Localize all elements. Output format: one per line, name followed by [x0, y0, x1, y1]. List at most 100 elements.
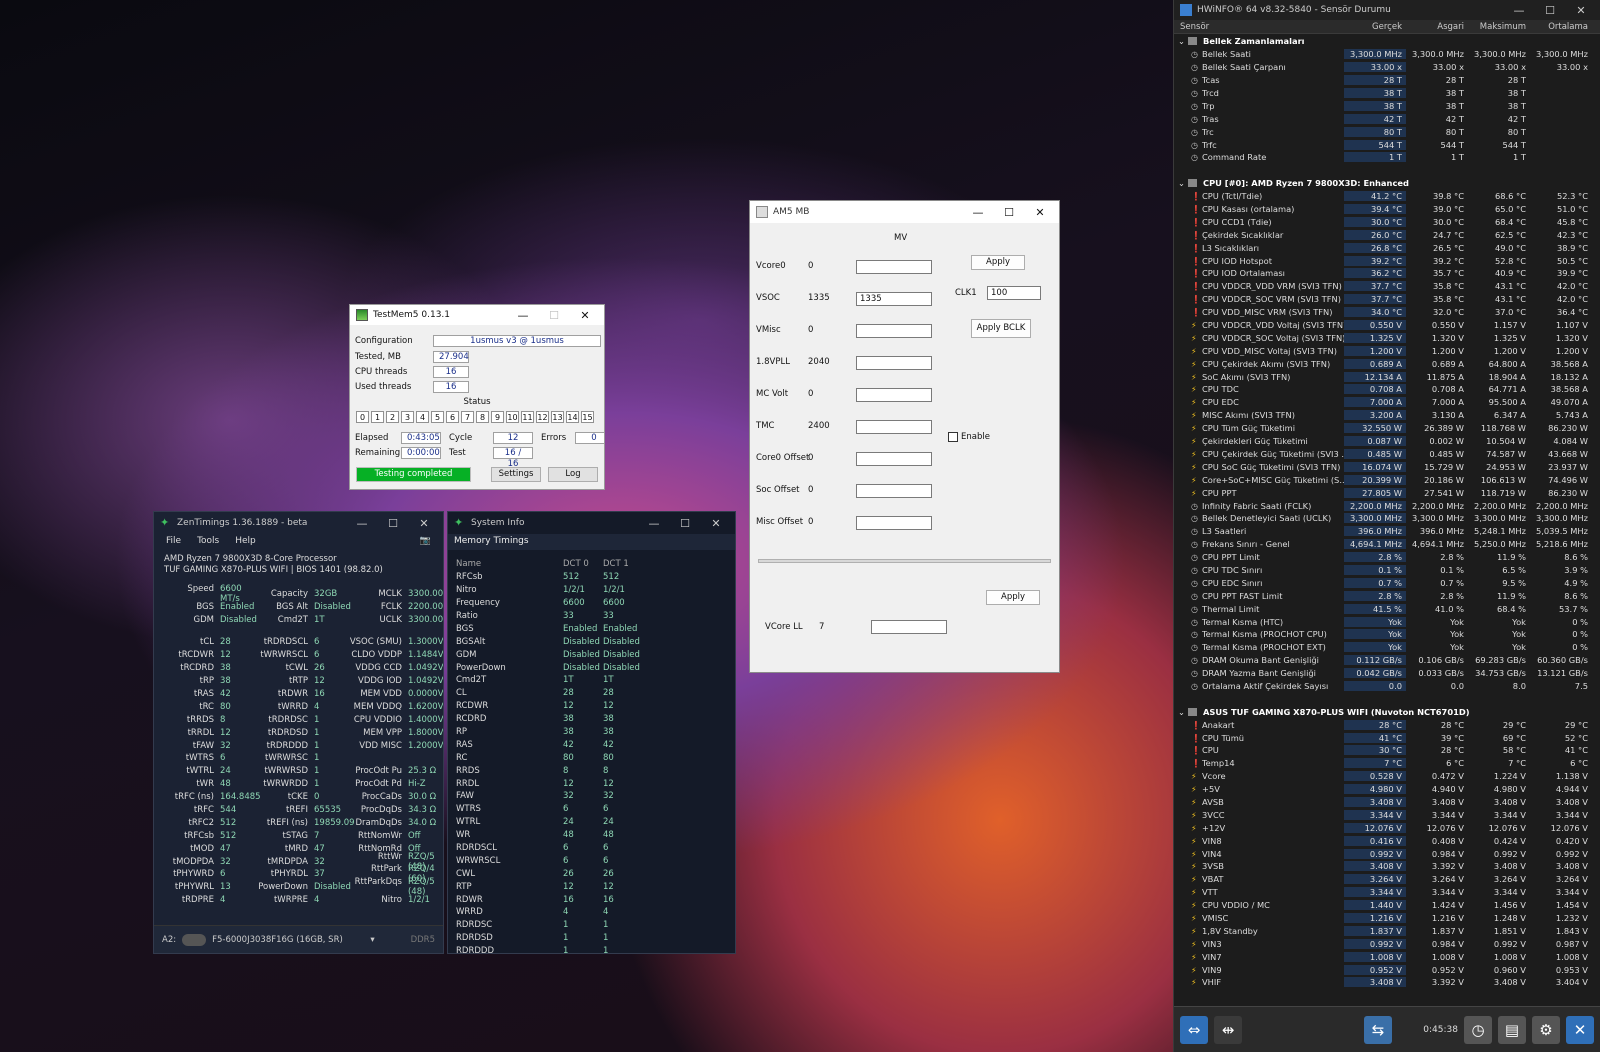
enable-checkbox[interactable]	[948, 432, 958, 442]
header-sensor[interactable]: Sensör	[1174, 22, 1344, 32]
chevron-down-icon[interactable]: ▾	[370, 935, 374, 945]
sensor-row[interactable]: ⚡ VIN3 0.992 V 0.984 V 0.992 V 0.987 V	[1174, 937, 1600, 950]
sensor-group[interactable]: ⌄ ASUS TUF GAMING X870-PLUS WIFI (Nuvoton…	[1174, 705, 1600, 718]
sensor-row[interactable]: ⚡ CPU Tüm Güç Tüketimi 32.550 W 26.389 W 118…	[1174, 422, 1600, 435]
sensor-row[interactable]: ❗ Anakart 28 °C 28 °C 29 °C 29 °C	[1174, 718, 1600, 731]
maximize-icon[interactable]: ☐	[541, 309, 567, 322]
minimize-icon[interactable]: —	[641, 517, 667, 530]
voltage-input[interactable]	[856, 356, 932, 370]
system-info-titlebar[interactable]: ✦ System Info — ☐ ✕	[448, 512, 735, 534]
sensor-row[interactable]: ⚡ VTT 3.344 V 3.344 V 3.344 V 3.344 V	[1174, 886, 1600, 899]
close-icon[interactable]: ✕	[1027, 206, 1053, 219]
sensor-row[interactable]: ⚡ 3VCC 3.344 V 3.344 V 3.344 V 3.344 V	[1174, 808, 1600, 821]
sensor-row[interactable]: ⚡ VBAT 3.264 V 3.264 V 3.264 V 3.264 V	[1174, 873, 1600, 886]
sensor-row[interactable]: ⚡ Vcore 0.528 V 0.472 V 1.224 V 1.138 V	[1174, 770, 1600, 783]
arrows-expand-icon[interactable]: ⇔	[1180, 1015, 1208, 1044]
chevron-down-icon[interactable]: ⌄	[1178, 36, 1188, 46]
configuration-field[interactable]: 1usmus v3 @ 1usmus	[433, 335, 601, 347]
apply-bclk-button[interactable]: Apply BCLK	[971, 319, 1031, 338]
sensor-row[interactable]: ❗ CPU IOD Ortalaması 36.2 °C 35.7 °C 40.9 °C…	[1174, 267, 1600, 280]
network-icon[interactable]: ⇆	[1364, 1015, 1392, 1044]
sensor-row[interactable]: ◷ CPU PPT Limit 2.8 % 2.8 % 11.9 % 8.6 %	[1174, 551, 1600, 564]
sensor-row[interactable]: ❗ CPU VDDCR_VDD VRM (SVI3 TFN) 37.7 °C 35.8…	[1174, 280, 1600, 293]
sensor-row[interactable]: ⚡ VMISC 1.216 V 1.216 V 1.248 V 1.232 V	[1174, 912, 1600, 925]
sensor-row[interactable]: ⚡ +5V 4.980 V 4.940 V 4.980 V 4.944 V	[1174, 783, 1600, 796]
sensor-row[interactable]: ❗ Çekirdek Sıcaklıklar 26.0 °C 24.7 °C 62.5…	[1174, 228, 1600, 241]
settings-button[interactable]: Settings	[491, 467, 541, 482]
testmem5-titlebar[interactable]: TestMem5 0.13.1 — ☐ ✕	[350, 305, 604, 325]
sensor-row[interactable]: ◷ Termal Kısma (HTC) Yok Yok Yok 0 %	[1174, 615, 1600, 628]
sensor-row[interactable]: ◷ Termal Kısma (PROCHOT EXT) Yok Yok Yok 0 %	[1174, 641, 1600, 654]
sensor-row[interactable]: ◷ Thermal Limit 41.5 % 41.0 % 68.4 % 53.7 %	[1174, 602, 1600, 615]
voltage-input[interactable]	[856, 516, 932, 530]
sensor-row[interactable]: ⚡ CPU Çekirdek Akımı (SVI3 TFN) 0.689 A 0.6…	[1174, 357, 1600, 370]
sensor-row[interactable]: ◷ Bellek Denetleyici Saati (UCLK) 3,300.0 …	[1174, 512, 1600, 525]
report-icon[interactable]: ▤	[1498, 1015, 1526, 1044]
sensor-row[interactable]: ◷ Tras 42 T 42 T 42 T	[1174, 112, 1600, 125]
sensor-group[interactable]: ⌄ CPU [#0]: AMD Ryzen 7 9800X3D: Enhanced	[1174, 177, 1600, 190]
sensor-row[interactable]: ❗ Temp14 7 °C 6 °C 7 °C 6 °C	[1174, 757, 1600, 770]
sensor-row[interactable]: ❗ CPU VDDCR_SOC VRM (SVI3 TFN) 37.7 °C 35.8…	[1174, 293, 1600, 306]
close-icon[interactable]: ✕	[572, 309, 598, 322]
sensor-row[interactable]: ◷ CPU EDC Sınırı 0.7 % 0.7 % 9.5 % 4.9 %	[1174, 576, 1600, 589]
sensor-row[interactable]: ⚡ MISC Akımı (SVI3 TFN) 3.200 A 3.130 A 6.34…	[1174, 409, 1600, 422]
maximize-icon[interactable]: ☐	[380, 517, 406, 530]
sensor-row[interactable]: ◷ Trp 38 T 38 T 38 T	[1174, 99, 1600, 112]
sensor-row[interactable]: ◷ Tcas 28 T 28 T 28 T	[1174, 74, 1600, 87]
sensor-row[interactable]: ◷ Frekans Sınırı - Genel 4,694.1 MHz 4,694.…	[1174, 538, 1600, 551]
maximize-icon[interactable]: ☐	[672, 517, 698, 530]
sensor-row[interactable]: ⚡ CPU VDDCR_VDD Voltaj (SVI3 TFN) 0.550 V0…	[1174, 319, 1600, 332]
header-min[interactable]: Asgari	[1406, 22, 1468, 32]
module-select[interactable]: F5-6000J3038F16G (16GB, SR)	[212, 935, 364, 945]
sensor-row[interactable]: ⚡ CPU VDDIO / MC 1.440 V 1.424 V 1.456 V 1.45…	[1174, 899, 1600, 912]
sensor-row[interactable]: ⚡ CPU VDD_MISC Voltaj (SVI3 TFN) 1.200 V 1.…	[1174, 344, 1600, 357]
sensor-row[interactable]: ◷ CPU TDC Sınırı 0.1 % 0.1 % 6.5 % 3.9 %	[1174, 564, 1600, 577]
am5-titlebar[interactable]: AM5 MB — ☐ ✕	[750, 201, 1059, 223]
sensor-row[interactable]: ❗ CPU Tümü 41 °C 39 °C 69 °C 52 °C	[1174, 731, 1600, 744]
voltage-input[interactable]: 1335	[856, 292, 932, 306]
sensor-row[interactable]: ⚡ AVSB 3.408 V 3.408 V 3.408 V 3.408 V	[1174, 796, 1600, 809]
voltage-input[interactable]	[856, 484, 932, 498]
sensor-row[interactable]: ⚡ VIN4 0.992 V 0.984 V 0.992 V 0.992 V	[1174, 847, 1600, 860]
arrows-collapse-icon[interactable]: ⇹	[1214, 1015, 1242, 1044]
close-icon[interactable]: ✕	[1568, 4, 1594, 17]
sensor-row[interactable]: ⚡ CPU PPT 27.805 W 27.541 W 118.719 W 86.230 …	[1174, 486, 1600, 499]
sensor-row[interactable]: ◷ Bellek Saati Çarpanı 33.00 x 33.00 x 33.00…	[1174, 61, 1600, 74]
sensor-row[interactable]: ◷ Infinity Fabric Saati (FCLK) 2,200.0 MHz…	[1174, 499, 1600, 512]
sensor-row[interactable]: ❗ CPU CCD1 (Tdie) 30.0 °C 30.0 °C 68.4 °C 45.…	[1174, 215, 1600, 228]
sensor-row[interactable]: ❗ L3 Sıcaklıkları 26.8 °C 26.5 °C 49.0 °C 38…	[1174, 241, 1600, 254]
sensor-row[interactable]: ◷ Termal Kısma (PROCHOT CPU) Yok Yok Yok 0 %	[1174, 628, 1600, 641]
camera-icon[interactable]: 📷	[420, 536, 431, 546]
sensor-row[interactable]: ⚡ VHIF 3.408 V 3.392 V 3.408 V 3.404 V	[1174, 976, 1600, 989]
zentimings-titlebar[interactable]: ✦ ZenTimings 1.36.1889 - beta — ☐ ✕	[154, 512, 443, 534]
close-icon[interactable]: ✕	[411, 517, 437, 530]
sensor-row[interactable]: ⚡ CPU TDC 0.708 A 0.708 A 64.771 A 38.568 A	[1174, 383, 1600, 396]
header-max[interactable]: Maksimum	[1468, 22, 1530, 32]
menu-tools[interactable]: Tools	[197, 536, 219, 546]
clk1-input[interactable]: 100	[987, 286, 1041, 300]
clock-icon[interactable]: ◷	[1464, 1015, 1492, 1044]
minimize-icon[interactable]: —	[349, 517, 375, 530]
sensor-row[interactable]: ◷ DRAM Okuma Bant Genişliği 0.112 GB/s 0.10…	[1174, 654, 1600, 667]
sensor-list[interactable]: ⌄ Bellek Zamanlamaları ◷ Bellek Saati 3,300.…	[1174, 34, 1600, 1018]
vcore-ll-input[interactable]	[871, 620, 947, 634]
menu-file[interactable]: File	[166, 536, 181, 546]
sensor-row[interactable]: ⚡ SoC Akımı (SVI3 TFN) 12.134 A 11.875 A 18.…	[1174, 370, 1600, 383]
close-icon[interactable]: ✕	[1566, 1015, 1594, 1044]
hwinfo-titlebar[interactable]: HWiNFO® 64 v8.32-5840 - Sensör Durumu — …	[1174, 0, 1600, 20]
gear-icon[interactable]: ⚙	[1532, 1015, 1560, 1044]
voltage-input[interactable]	[856, 260, 932, 274]
apply-ll-button[interactable]: Apply	[986, 590, 1040, 605]
sensor-row[interactable]: ◷ Trc 80 T 80 T 80 T	[1174, 125, 1600, 138]
sensor-row[interactable]: ◷ Bellek Saati 3,300.0 MHz 3,300.0 MHz 3,300…	[1174, 48, 1600, 61]
sensor-row[interactable]: ⚡ VIN7 1.008 V 1.008 V 1.008 V 1.008 V	[1174, 950, 1600, 963]
sensor-row[interactable]: ⚡ CPU SoC Güç Tüketimi (SVI3 TFN) 16.074 W…	[1174, 460, 1600, 473]
maximize-icon[interactable]: ☐	[996, 206, 1022, 219]
close-icon[interactable]: ✕	[703, 517, 729, 530]
minimize-icon[interactable]: —	[1506, 4, 1532, 17]
sensor-row[interactable]: ◷ CPU PPT FAST Limit 2.8 % 2.8 % 11.9 % 8.6 %	[1174, 589, 1600, 602]
sensor-row[interactable]: ⚡ +12V 12.076 V 12.076 V 12.076 V 12.076 V	[1174, 821, 1600, 834]
sensor-row[interactable]: ❗ CPU Kasası (ortalama) 39.4 °C 39.0 °C 65.0…	[1174, 203, 1600, 216]
sensor-row[interactable]: ⚡ CPU EDC 7.000 A 7.000 A 95.500 A 49.070 A	[1174, 396, 1600, 409]
sensor-row[interactable]: ❗ CPU (Tctl/Tdie) 41.2 °C 39.8 °C 68.6 °C 52.…	[1174, 190, 1600, 203]
